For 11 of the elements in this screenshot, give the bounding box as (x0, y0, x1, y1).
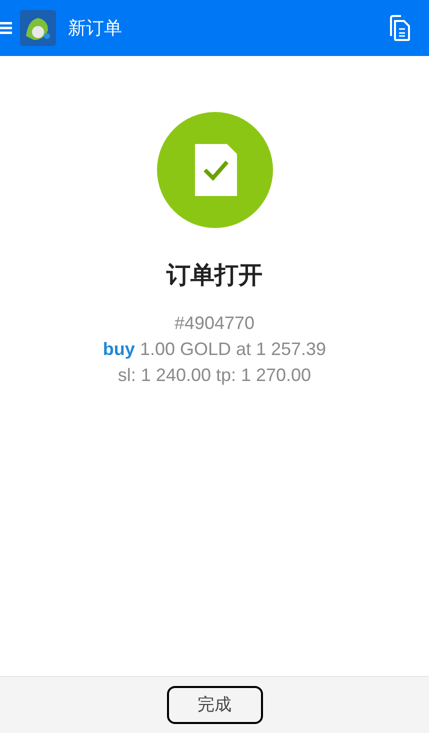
copy-document-icon[interactable] (387, 14, 411, 42)
order-success-icon (156, 112, 272, 228)
order-status-title: 订单打开 (166, 261, 262, 291)
order-details: 1.00 GOLD at 1 257.39 (140, 338, 326, 361)
menu-icon[interactable] (0, 21, 12, 35)
ticket-number: #4904770 (174, 312, 255, 335)
stop-levels: sl: 1 240.00 tp: 1 270.00 (118, 364, 312, 387)
app-logo-icon (20, 10, 56, 46)
screen-title: 新订单 (68, 16, 122, 40)
done-button[interactable]: 完成 (166, 686, 262, 724)
order-side: buy (102, 338, 135, 361)
